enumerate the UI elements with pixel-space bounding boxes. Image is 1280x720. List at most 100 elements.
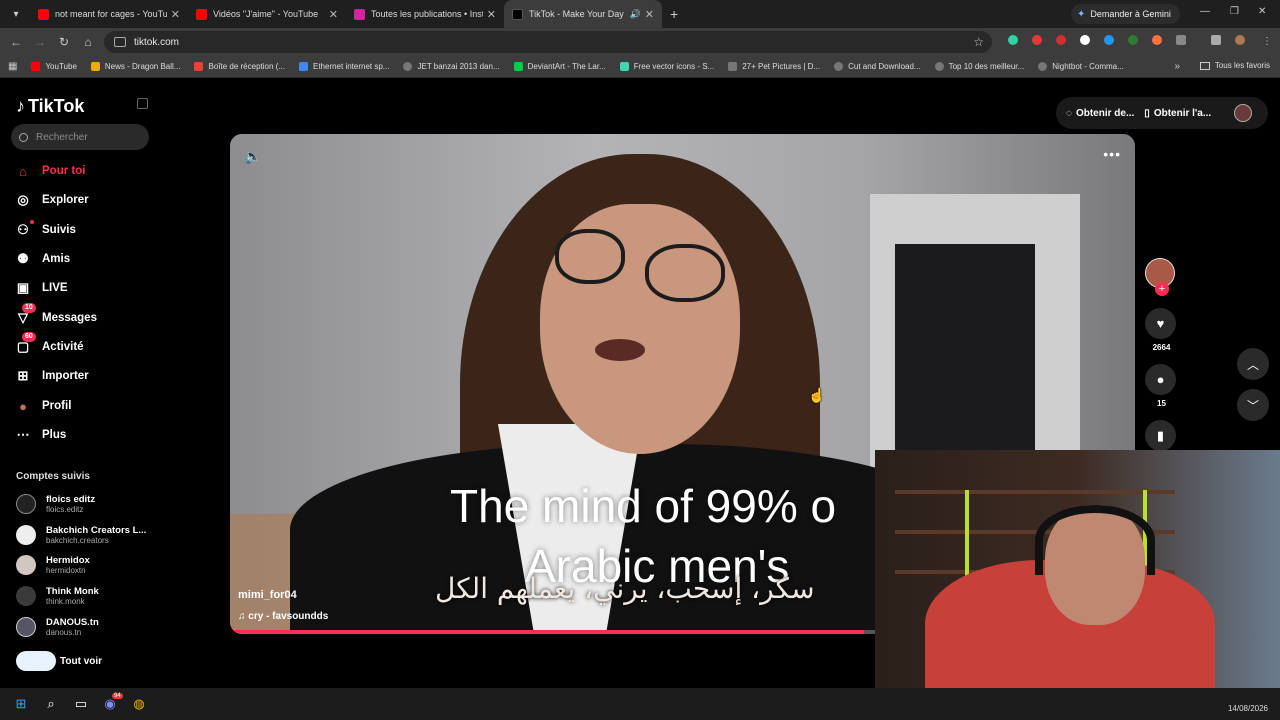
close-icon[interactable]: ✕ — [171, 8, 180, 21]
video-sound[interactable]: ♫ cry - favsoundds — [238, 611, 328, 622]
close-icon[interactable]: ✕ — [645, 8, 654, 21]
browser-tab[interactable]: Toutes les publications • Instag ✕ — [346, 0, 504, 28]
nav-friends[interactable]: ⚉ Amis — [14, 248, 70, 270]
extension-icon[interactable] — [1032, 35, 1042, 45]
next-video-button[interactable]: ﹀ — [1237, 389, 1269, 421]
bookmark-item[interactable]: 27+ Pet Pictures | D... — [728, 62, 820, 71]
bookmarks-overflow-icon[interactable]: » — [1174, 61, 1180, 72]
apps-grid-icon[interactable]: ▦ — [8, 61, 17, 72]
previous-video-button[interactable]: ︿ — [1237, 348, 1269, 380]
speaker-icon[interactable]: 🔊 — [630, 9, 641, 20]
close-icon[interactable]: ✕ — [487, 8, 496, 21]
nav-messages[interactable]: ▽ 10 Messages — [14, 303, 97, 329]
bookmark-item[interactable]: Boîte de réception (... — [194, 62, 285, 71]
video-progress-fill — [230, 630, 864, 634]
nav-explore[interactable]: ◎ Explorer — [14, 189, 88, 211]
puzzle-icon[interactable] — [1176, 35, 1186, 45]
chrome-icon[interactable]: ◍ — [131, 696, 147, 712]
profile-avatar[interactable] — [1235, 35, 1245, 45]
extension-icon[interactable] — [1104, 35, 1114, 45]
comment-button[interactable]: ● — [1145, 364, 1176, 395]
site-info-icon[interactable] — [114, 37, 126, 47]
nav-live[interactable]: ▣ LIVE — [14, 277, 68, 299]
bookmark-star-icon[interactable]: ☆ — [973, 35, 984, 49]
url-text[interactable]: tiktok.com — [134, 37, 179, 48]
bookmark-item[interactable]: Top 10 des meilleur... — [934, 62, 1024, 71]
volume-icon[interactable]: 🔈 — [244, 148, 261, 165]
bookmark-item[interactable]: News - Dragon Ball... — [90, 62, 180, 71]
extension-icon[interactable] — [1056, 35, 1066, 45]
windows-icon — [298, 62, 308, 71]
save-button[interactable]: ▮ — [1145, 420, 1176, 451]
followed-account[interactable]: Bakchich Creators L... bakchich.creators — [16, 521, 146, 549]
new-tab-icon[interactable]: + — [670, 6, 678, 22]
browser-tab[interactable]: Vidéos "J'aime" - YouTube ✕ — [188, 0, 346, 28]
forward-icon[interactable]: → — [28, 35, 52, 49]
bookmark-item[interactable]: Ethernet internet sp... — [298, 62, 389, 71]
video-subtitle: سكر، إسحب، يرني، يعملهم الكل — [435, 572, 815, 605]
nav-activity[interactable]: ▢ 60 Activité — [14, 332, 84, 358]
chrome-menu-icon[interactable]: ⋮ — [1262, 36, 1272, 47]
see-all-link[interactable]: Tout voir — [16, 651, 102, 671]
video-author[interactable]: mimi_for04 — [238, 589, 297, 601]
overlay-widget-icon — [16, 651, 56, 671]
windows-start-icon[interactable]: ⊞ — [13, 696, 29, 712]
tiktok-logo[interactable]: ♪ TikTok — [16, 96, 84, 117]
extension-icon[interactable] — [1152, 35, 1162, 45]
bookmark-item[interactable]: Nightbot - Comma... — [1038, 62, 1124, 71]
like-button[interactable]: ♥ — [1145, 308, 1176, 339]
ask-gemini-button[interactable]: ✦ Demander à Gemini — [1071, 4, 1180, 24]
media-icon[interactable] — [1211, 35, 1221, 45]
more-options-icon[interactable]: ••• — [1103, 146, 1121, 162]
nav-profile[interactable]: ● Profil — [14, 395, 71, 417]
collapse-sidebar-icon[interactable] — [137, 98, 148, 109]
nav-for-you[interactable]: ⌂ Pour toi — [14, 160, 85, 182]
bookmark-item[interactable]: DeviantArt - The Lar... — [513, 62, 606, 71]
browser-tab-active[interactable]: TikTok - Make Your Day 🔊 ✕ — [504, 0, 662, 28]
extension-icon[interactable] — [1008, 35, 1018, 45]
followed-account[interactable]: Hermidox hermidoxtn — [16, 551, 90, 579]
followed-account[interactable]: Think Monk think.monk — [16, 582, 99, 610]
bookmark-item[interactable]: Cut and Download... — [834, 62, 921, 71]
search-icon[interactable]: ⌕ — [43, 696, 59, 712]
messages-badge: 10 — [22, 303, 36, 313]
video-caption: The mind of 99% o — [450, 480, 837, 532]
home-icon: ⌂ — [19, 163, 27, 179]
taskbar-date: 14/08/2026 — [1227, 704, 1268, 713]
close-icon[interactable]: ✕ — [329, 8, 338, 21]
home-icon[interactable]: ⌂ — [76, 35, 100, 49]
back-icon[interactable]: ← — [4, 35, 28, 49]
minimize-icon[interactable]: — — [1200, 6, 1210, 17]
search-input[interactable]: Rechercher — [11, 124, 149, 150]
more-icon: ⋯ — [16, 427, 30, 442]
extension-icon[interactable] — [1080, 35, 1090, 45]
extension-icon[interactable] — [1128, 35, 1138, 45]
task-view-icon[interactable]: ▭ — [73, 696, 89, 712]
bookmark-item[interactable]: JET banzai 2013 dan... — [403, 62, 500, 71]
top-actions: ◌ Obtenir de... ▯ Obtenir l'a... — [1056, 97, 1268, 129]
headphones-icon — [1035, 505, 1155, 575]
follow-plus-icon[interactable]: + — [1155, 282, 1169, 296]
maximize-icon[interactable]: ❐ — [1230, 6, 1239, 17]
followed-account[interactable]: DANOUS.tn danous.tn — [16, 613, 99, 641]
nav-following[interactable]: ⚇ Suivis — [14, 219, 76, 241]
close-window-icon[interactable]: ✕ — [1258, 6, 1266, 17]
pet-icon — [728, 62, 738, 71]
browser-tab[interactable]: not meant for cages - YouTube ✕ — [30, 0, 188, 28]
bookmark-item[interactable]: YouTube — [31, 62, 77, 71]
folder-icon — [1199, 61, 1210, 70]
upload-icon: ⊞ — [17, 368, 29, 383]
reload-icon[interactable]: ↻ — [52, 35, 76, 49]
get-coins-button[interactable]: ◌ Obtenir de... — [1066, 108, 1134, 119]
nav-upload[interactable]: ⊞ Importer — [14, 365, 89, 387]
url-bar[interactable]: tiktok.com ☆ — [104, 31, 992, 53]
tab-search-chevron-icon[interactable]: ▾ — [4, 4, 28, 24]
bookmark-item[interactable]: Free vector icons - S... — [619, 62, 714, 71]
nav-more[interactable]: ⋯ Plus — [14, 424, 67, 446]
all-bookmarks-button[interactable]: Tous les favoris — [1199, 61, 1270, 70]
user-avatar[interactable] — [1234, 104, 1252, 122]
tab-title: not meant for cages - YouTube — [55, 9, 167, 19]
creator-avatar[interactable]: + — [1145, 258, 1175, 296]
get-app-button[interactable]: ▯ Obtenir l'a... — [1144, 108, 1211, 119]
followed-account[interactable]: floics editz floics.editz — [16, 490, 95, 518]
